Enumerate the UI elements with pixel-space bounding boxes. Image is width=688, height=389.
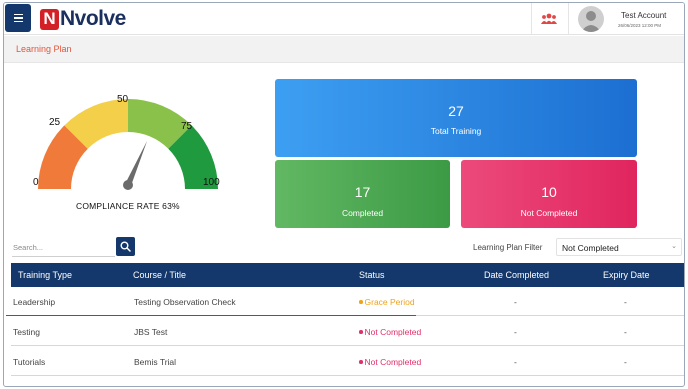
gauge-label-50: 50 <box>117 94 129 105</box>
app-window: N Nvolve Test Account 26/06/2023 12:00 P… <box>3 2 685 387</box>
logo[interactable]: N Nvolve <box>40 7 126 31</box>
team-icon[interactable] <box>541 12 557 26</box>
gauge-label-75: 75 <box>181 121 193 132</box>
column-header-course-title[interactable]: Course / Title <box>133 270 186 280</box>
logo-text: Nvolve <box>60 7 126 30</box>
highlight-underline <box>6 315 416 317</box>
status-dot <box>359 360 363 364</box>
status-text: Grace Period <box>364 297 415 307</box>
status-text: Not Completed <box>364 327 422 337</box>
total-training-value: 27 <box>448 103 464 119</box>
learning-plan-filter-select[interactable]: Not Completed ⌄ <box>556 238 682 256</box>
search-input[interactable] <box>12 239 115 257</box>
cell-status: Grace Period <box>359 297 415 307</box>
cell-training-type: Leadership <box>13 297 56 307</box>
search-button[interactable] <box>116 237 135 256</box>
page-header-bar: Learning Plan <box>4 36 684 63</box>
menu-icon[interactable] <box>5 4 31 32</box>
cell-status: Not Completed <box>359 357 421 367</box>
gauge-label-100: 100 <box>203 177 220 188</box>
header-divider <box>568 3 569 35</box>
compliance-gauge <box>38 99 218 190</box>
completed-label: Completed <box>341 208 384 218</box>
table-row[interactable]: Leadership Testing Observation Check Gra… <box>11 287 684 316</box>
cell-expiry-date: - <box>624 297 627 307</box>
not-completed-card[interactable]: 10 Not Completed <box>461 160 637 228</box>
column-header-training-type[interactable]: Training Type <box>18 270 72 280</box>
cell-course-title: Testing Observation Check <box>134 297 236 307</box>
completed-value: 17 <box>354 184 371 200</box>
gauge-needle <box>125 140 148 187</box>
gauge-hub <box>123 180 133 190</box>
cell-date-completed: - <box>514 327 517 337</box>
cell-expiry-date: - <box>624 327 627 337</box>
total-training-card[interactable]: 27 Total Training <box>275 79 637 157</box>
cell-status: Not Completed <box>359 327 421 337</box>
status-text: Not Completed <box>364 357 422 367</box>
user-avatar-icon[interactable] <box>578 6 604 32</box>
gauge-label-25: 25 <box>49 117 61 128</box>
chevron-down-icon: ⌄ <box>671 243 677 250</box>
gauge-label-0: 0 <box>33 177 39 188</box>
status-dot <box>359 300 363 304</box>
cell-training-type: Testing <box>13 327 40 337</box>
cell-course-title: JBS Test <box>134 327 168 337</box>
column-header-date-completed[interactable]: Date Completed <box>484 270 549 280</box>
learning-plan-filter-label: Learning Plan Filter <box>473 243 543 252</box>
cell-course-title: Bemis Trial <box>134 357 177 367</box>
filter-selected-value: Not Completed <box>562 243 619 253</box>
not-completed-value: 10 <box>541 184 557 200</box>
cell-expiry-date: - <box>624 357 627 367</box>
table-header: Training Type Course / Title Status Date… <box>11 263 684 287</box>
account-date: 26/06/2023 12:00 PM <box>618 23 662 28</box>
top-header: N Nvolve Test Account 26/06/2023 12:00 P… <box>4 3 684 35</box>
completed-card[interactable]: 17 Completed <box>275 160 450 228</box>
cell-date-completed: - <box>514 297 517 307</box>
compliance-rate-label: COMPLIANCE RATE 63% <box>76 201 180 211</box>
column-header-status[interactable]: Status <box>359 270 385 280</box>
cell-date-completed: - <box>514 357 517 367</box>
table-row[interactable]: Testing JBS Test Not Completed - - <box>11 317 684 346</box>
total-training-label: Total Training <box>430 126 482 136</box>
search-icon <box>120 241 131 252</box>
column-header-expiry-date[interactable]: Expiry Date <box>603 270 650 280</box>
status-dot <box>359 330 363 334</box>
not-completed-label: Not Completed <box>520 208 578 218</box>
header-divider <box>531 3 532 35</box>
account-name[interactable]: Test Account <box>621 11 666 20</box>
logo-mark: N <box>40 8 59 30</box>
page-title: Learning Plan <box>16 44 72 54</box>
table-row[interactable]: Tutorials Bemis Trial Not Completed - - <box>11 347 684 376</box>
cell-training-type: Tutorials <box>13 357 46 367</box>
